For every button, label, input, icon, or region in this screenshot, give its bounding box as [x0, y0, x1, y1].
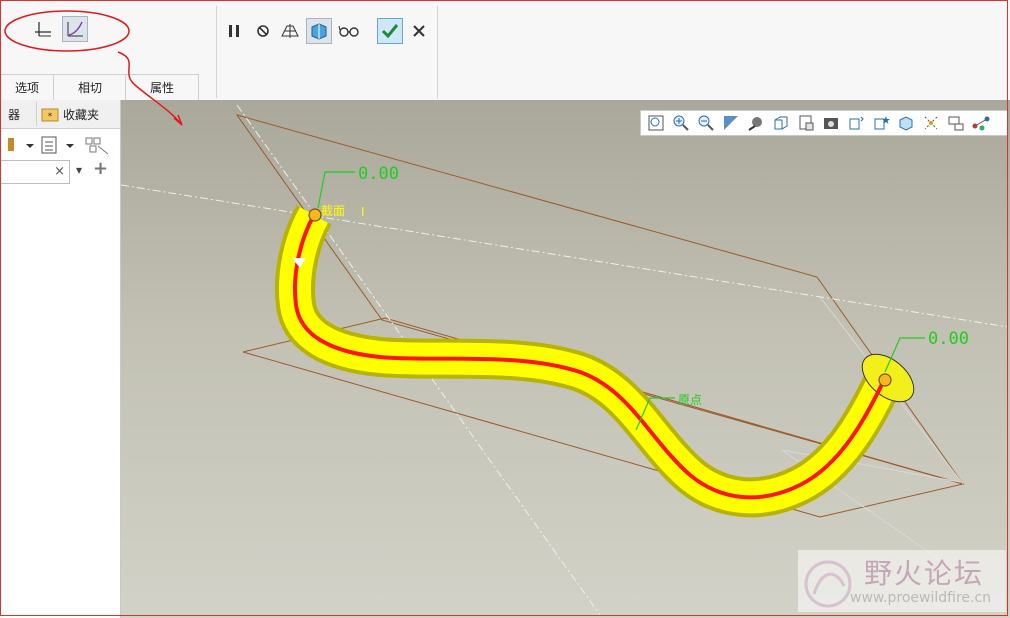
- end-point: [878, 373, 892, 387]
- saved-orientations-icon: [774, 116, 788, 130]
- axis-display-button[interactable]: [944, 112, 968, 134]
- saved-orientations-button[interactable]: [769, 112, 793, 134]
- refit-button[interactable]: [644, 112, 668, 134]
- origin-label: 原点: [678, 393, 702, 407]
- watermark: 野火论坛 www.proewildfire.cn: [798, 550, 1006, 612]
- section-label: 截面: [321, 204, 345, 218]
- zoom-out-button[interactable]: [694, 112, 718, 134]
- start-point: [308, 208, 322, 222]
- annotation-circle: [4, 10, 130, 52]
- watermark-url: www.proewildfire.cn: [850, 590, 992, 606]
- view-toolbar: [640, 110, 1008, 136]
- dim-start-value: 0.00: [358, 164, 399, 184]
- view-manager-button[interactable]: [794, 112, 818, 134]
- annotation-arrow: [117, 51, 183, 126]
- zoom-in-icon: [673, 115, 689, 131]
- display-style-button[interactable]: [744, 112, 768, 134]
- point-display-icon: [972, 116, 990, 131]
- repaint-icon: [724, 116, 738, 130]
- zoom-out-icon: [698, 115, 714, 131]
- perspective-icon: [824, 118, 838, 129]
- annotation-display-button[interactable]: [869, 112, 893, 134]
- repaint-button[interactable]: [719, 112, 743, 134]
- model-graphics: 0.00 0.00 截面 I 原点: [4, 10, 1009, 616]
- refit-icon: [648, 115, 664, 131]
- zoom-in-button[interactable]: [669, 112, 693, 134]
- view-manager-icon: [799, 115, 814, 131]
- watermark-title: 野火论坛: [864, 557, 985, 590]
- spin-center-icon: [899, 116, 913, 131]
- plane-display-icon: [924, 116, 938, 130]
- datum-display-button[interactable]: [844, 112, 868, 134]
- plane-display-button[interactable]: [919, 112, 943, 134]
- dim-end-value: 0.00: [928, 329, 969, 349]
- annotation-display-icon: [874, 116, 890, 130]
- dim-leader-start: [317, 171, 355, 209]
- axis-display-icon: [948, 116, 964, 131]
- spin-center-button[interactable]: [894, 112, 918, 134]
- display-style-icon: [748, 117, 762, 131]
- perspective-button[interactable]: [819, 112, 843, 134]
- section-mark: I: [361, 205, 365, 219]
- datum-display-icon: [849, 116, 864, 130]
- point-display-button[interactable]: [969, 112, 993, 134]
